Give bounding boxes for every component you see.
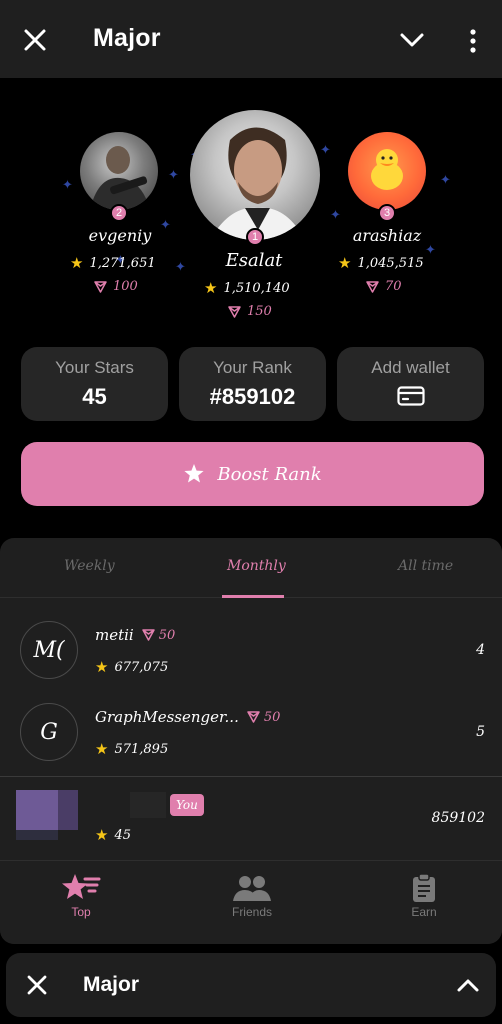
user-gems: 50 <box>141 628 175 643</box>
user-name-line: metii 50 <box>95 626 175 644</box>
star-icon: ★ <box>95 826 109 844</box>
your-stars-label: Your Stars <box>55 358 134 377</box>
period-tabs: Weekly Monthly All time <box>0 538 502 598</box>
sparkle-icon: ✦ <box>168 167 179 182</box>
more-menu-icon[interactable] <box>466 28 480 54</box>
your-rank-label: Your Rank <box>213 358 292 377</box>
third-place-name: arashiaz <box>352 226 422 245</box>
boost-rank-label: Boost Rank <box>217 463 322 485</box>
gem-icon <box>247 711 260 723</box>
top-bar: Major <box>0 0 502 78</box>
nav-friends[interactable]: Friends <box>212 873 292 919</box>
you-badge: You <box>170 794 204 816</box>
nav-earn-label: Earn <box>411 905 437 919</box>
user-stars: ★ 677,075 <box>95 658 169 676</box>
rank-badge: 2 <box>110 204 128 222</box>
nav-top[interactable]: Top <box>41 873 121 919</box>
close-icon[interactable] <box>22 27 48 53</box>
your-stars-card: Your Stars 45 <box>21 347 168 421</box>
first-place-name: Esalat <box>225 250 283 271</box>
rank-badge: 1 <box>246 228 264 246</box>
gem-icon <box>366 280 379 293</box>
user-rank: 4 <box>476 642 485 658</box>
leaderboard-row[interactable]: G GraphMessenger... 50 ★ 571,895 5 <box>0 692 502 774</box>
nav-friends-label: Friends <box>231 905 272 919</box>
tab-weekly[interactable]: Weekly <box>64 558 115 574</box>
tab-all-time[interactable]: All time <box>398 558 453 574</box>
first-place-gems: 150 <box>228 304 272 319</box>
sparkle-icon: ✦ <box>62 177 73 192</box>
user-avatar <box>16 790 78 840</box>
user-avatar: M( <box>20 621 78 679</box>
chevron-down-icon[interactable] <box>398 30 426 50</box>
minimized-app-bar[interactable]: Major <box>6 953 496 1017</box>
user-name-line: GraphMessenger... 50 <box>95 708 280 726</box>
nav-top-label: Top <box>71 905 91 919</box>
star-icon: ★ <box>70 254 84 272</box>
sparkle-icon: ✦ <box>175 259 186 274</box>
star-icon: ★ <box>95 658 109 676</box>
boost-rank-button[interactable]: Boost Rank <box>21 442 484 506</box>
hidden-username <box>130 792 166 818</box>
leaderboard-row[interactable]: M( metii 50 ★ 677,075 4 <box>0 598 502 692</box>
my-rank-row[interactable]: You ★ 45 859102 <box>0 778 502 861</box>
avatar-second-place[interactable] <box>80 132 158 210</box>
user-name: GraphMessenger... <box>95 708 239 726</box>
divider <box>0 776 502 777</box>
user-avatar: G <box>20 703 78 761</box>
boost-star-icon <box>184 464 204 483</box>
my-stars: ★ 45 <box>95 826 131 844</box>
star-icon: ★ <box>204 279 218 297</box>
bottom-nav: Top Friends Earn <box>0 861 502 944</box>
star-rank-icon <box>62 874 101 899</box>
second-place-gems: 100 <box>94 279 138 294</box>
tab-monthly[interactable]: Monthly <box>227 558 286 574</box>
nav-earn[interactable]: Earn <box>384 873 464 919</box>
rank-badge: 3 <box>378 204 396 222</box>
friends-icon <box>233 876 271 901</box>
gem-icon <box>94 280 107 293</box>
my-rank: 859102 <box>431 810 485 826</box>
second-place-name: evgeniy <box>88 226 152 245</box>
app-title: Major <box>93 24 161 52</box>
wallet-card-icon <box>397 386 425 406</box>
gem-icon <box>228 305 241 318</box>
your-stars-value: 45 <box>82 384 107 409</box>
minibar-title: Major <box>83 973 140 996</box>
avatar-first-place[interactable] <box>190 110 320 240</box>
close-icon[interactable] <box>26 974 48 996</box>
third-place-gems: 70 <box>366 279 402 294</box>
gem-icon <box>141 629 155 641</box>
third-place-stars: ★ 1,045,515 <box>338 254 424 272</box>
add-wallet-label: Add wallet <box>371 358 450 377</box>
add-wallet-button[interactable]: Add wallet <box>337 347 484 421</box>
star-icon: ★ <box>338 254 352 272</box>
your-rank-card: Your Rank #859102 <box>179 347 326 421</box>
avatar-third-place[interactable] <box>348 132 426 210</box>
user-rank: 5 <box>476 724 485 740</box>
star-icon: ★ <box>95 740 109 758</box>
sparkle-icon: ✦ <box>440 172 451 187</box>
user-name: metii <box>95 626 134 644</box>
sparkle-icon: ✦ <box>320 142 331 157</box>
first-place-stars: ★ 1,510,140 <box>204 279 290 297</box>
your-rank-value: #859102 <box>209 384 296 409</box>
leaderboard-sheet: Weekly Monthly All time M( metii 50 ★ 67… <box>0 538 502 944</box>
sparkle-icon: ✦ <box>330 207 341 222</box>
clipboard-icon <box>413 873 435 902</box>
second-place-stars: ★ 1,271,651 <box>70 254 156 272</box>
user-stars: ★ 571,895 <box>95 740 169 758</box>
user-gems: 50 <box>247 710 280 725</box>
chevron-up-icon[interactable] <box>456 977 480 993</box>
